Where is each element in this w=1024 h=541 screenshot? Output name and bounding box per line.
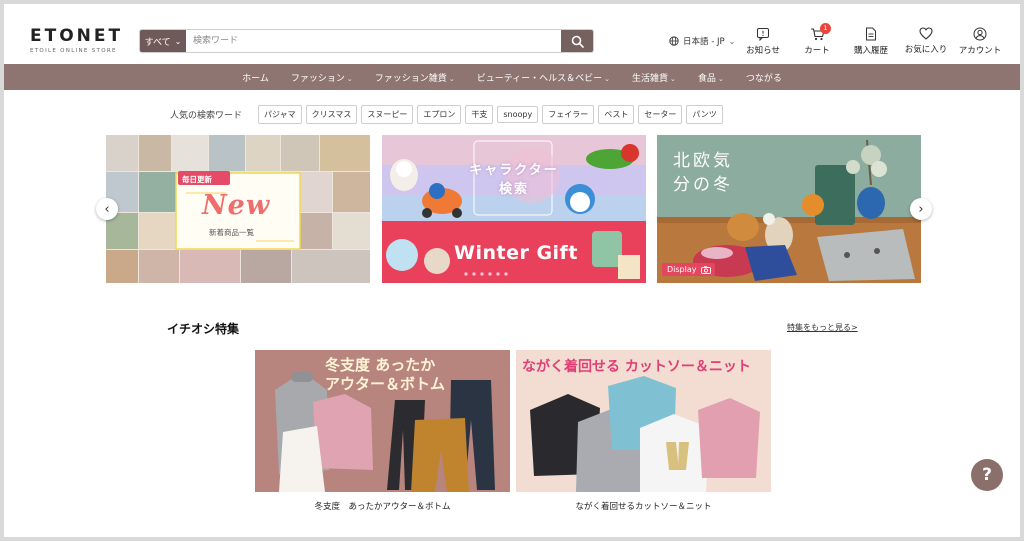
feature-card-cutsew-knit[interactable]: ながく着回せる カットソー＆ニット ながく着回せるカットソー＆ニット <box>516 350 771 512</box>
account-link[interactable]: アカウント <box>952 27 1008 56</box>
feature-card-outer-bottom[interactable]: 冬支度 あったか アウター＆ボトム 冬支度 あったかアウター＆ボトム <box>255 350 510 512</box>
banner-winter-gift: Winter Gift <box>454 242 578 264</box>
carousel-prev-button[interactable]: ‹ <box>96 198 118 220</box>
history-label: 購入履歴 <box>853 46 888 56</box>
nav-label: ファッション <box>290 73 345 84</box>
banner-badge-daily: 毎日更新 <box>182 175 212 184</box>
nav-item-fashion[interactable]: ファッション ⌄ <box>280 71 364 84</box>
search-input[interactable] <box>186 30 561 52</box>
banner-new-subtitle: 新着商品一覧 <box>209 228 254 237</box>
nav-label: 生活雑貨 <box>632 73 669 84</box>
feature-card-caption: ながく着回せるカットソー＆ニット <box>575 502 712 512</box>
chevron-down-icon: ⌄ <box>346 74 353 83</box>
search-tag[interactable]: パンツ <box>686 105 723 124</box>
help-button[interactable]: ? <box>971 459 1003 491</box>
nav-label: ホーム <box>242 73 269 84</box>
cart-count-badge: 1 <box>820 23 831 34</box>
heart-icon <box>919 27 933 40</box>
favorites-label: お気に入り <box>904 45 948 55</box>
search-bar: すべて ⌄ <box>139 29 594 53</box>
help-icon: ? <box>982 465 992 485</box>
feature-card-image: ながく着回せる カットソー＆ニット <box>516 350 771 492</box>
character-title-line1: キャラクター <box>469 163 559 178</box>
camera-icon <box>700 265 711 274</box>
search-tag[interactable]: ベスト <box>598 105 635 124</box>
feature-more-link[interactable]: 特集をもっと見る> <box>787 322 858 333</box>
chevron-down-icon: ⌄ <box>604 74 611 83</box>
search-tag[interactable]: クリスマス <box>305 105 358 124</box>
user-icon <box>973 27 987 41</box>
chevron-down-icon: ⌄ <box>717 74 724 83</box>
account-label: アカウント <box>958 46 1002 56</box>
banner-character-gift[interactable]: キャラクター 検索 Winter Gift <box>382 135 646 283</box>
search-icon <box>571 35 584 48</box>
popular-search-words: 人気の検索ワード パジャマ クリスマス スヌーピー エプロン 干支 snoopy… <box>170 105 727 124</box>
search-tag[interactable]: パジャマ <box>258 105 302 124</box>
banner-nordic-winter[interactable]: 北欧気分の冬 Display <box>657 135 921 283</box>
nav-label: ファッション雑貨 <box>374 73 447 84</box>
banner-character-title: キャラクター 検索 <box>464 161 564 199</box>
popular-search-label: 人気の検索ワード <box>170 111 243 121</box>
globe-icon <box>669 36 679 46</box>
search-tag[interactable]: エプロン <box>417 105 462 124</box>
search-category-label: すべて <box>144 37 171 48</box>
feature-card-image: 冬支度 あったか アウター＆ボトム <box>255 350 510 492</box>
logo-subtitle: ETOILE ONLINE STORE <box>30 48 117 54</box>
nav-label: つながる <box>745 73 782 84</box>
nav-item-home[interactable]: ホーム <box>231 71 280 84</box>
feature-card-headline: ながく着回せる カットソー＆ニット <box>522 359 751 375</box>
cart-label: カート <box>804 46 830 56</box>
banner-nordic-text: 北欧気分の冬 <box>673 151 733 195</box>
banner-new-text: New <box>202 190 271 221</box>
search-tag[interactable]: フェイラー <box>542 105 595 124</box>
language-label: 日本語 - JP <box>683 37 725 47</box>
nav-item-beauty[interactable]: ビューティー・ヘルス＆ベビー ⌄ <box>466 71 621 84</box>
headline-line2: アウター＆ボトム <box>325 375 446 393</box>
search-tag[interactable]: snoopy <box>497 106 539 123</box>
chevron-down-icon: ⌄ <box>448 74 455 83</box>
logo-text: ETONET <box>30 26 124 46</box>
search-category-select[interactable]: すべて ⌄ <box>140 30 186 52</box>
language-selector[interactable]: 日本語 - JP ⌄ <box>669 35 735 47</box>
feature-section-title: イチオシ特集 <box>167 322 240 336</box>
notice-label: お知らせ <box>746 46 780 56</box>
nav-label: 食品 <box>697 73 716 84</box>
chevron-down-icon: ⌄ <box>174 36 182 46</box>
main-nav: ホーム ファッション ⌄ ファッション雑貨 ⌄ ビューティー・ヘルス＆ベビー ⌄ 生活… <box>4 64 1020 90</box>
carousel-next-button[interactable]: › <box>910 198 932 220</box>
nav-item-connect[interactable]: つながる <box>735 71 793 84</box>
cart-link[interactable]: 1 カート <box>789 23 845 56</box>
notification-icon <box>757 28 769 41</box>
character-title-line2: 検索 <box>498 182 529 197</box>
nav-label: ビューティー・ヘルス＆ベビー <box>476 73 603 84</box>
banner-display-badge: Display <box>662 263 715 276</box>
purchase-history-link[interactable]: 購入履歴 <box>843 27 899 56</box>
document-icon <box>866 27 876 41</box>
nav-item-living[interactable]: 生活雑貨 ⌄ <box>621 71 687 84</box>
headline-line1: 冬支度 あったか <box>325 356 436 374</box>
feature-card-caption: 冬支度 あったかアウター＆ボトム <box>314 502 451 512</box>
display-label: Display <box>667 265 697 274</box>
notice-link[interactable]: お知らせ <box>735 27 791 56</box>
chevron-left-icon: ‹ <box>104 201 110 217</box>
feature-card-headline: 冬支度 あったか アウター＆ボトム <box>325 356 445 394</box>
site-logo[interactable]: ETONET ETOILE ONLINE STORE <box>30 26 124 55</box>
banner-carousel: 毎日更新 New 新着商品一覧 キャラクター 検索 Winter Gift 北欧… <box>106 135 921 283</box>
nav-item-food[interactable]: 食品 ⌄ <box>687 71 735 84</box>
chevron-down-icon: ⌄ <box>670 74 676 83</box>
search-button[interactable] <box>561 30 593 52</box>
search-tag[interactable]: 干支 <box>465 105 494 124</box>
favorites-link[interactable]: お気に入り <box>898 27 954 55</box>
nav-item-fashion-goods[interactable]: ファッション雑貨 ⌄ <box>364 71 466 84</box>
page: ETONET ETOILE ONLINE STORE すべて ⌄ 日本語 - J… <box>4 4 1020 537</box>
search-tag[interactable]: スヌーピー <box>361 105 414 124</box>
search-tag[interactable]: セーター <box>638 105 683 124</box>
banner-new-arrivals[interactable]: 毎日更新 New 新着商品一覧 <box>106 135 370 283</box>
chevron-right-icon: › <box>918 201 924 217</box>
